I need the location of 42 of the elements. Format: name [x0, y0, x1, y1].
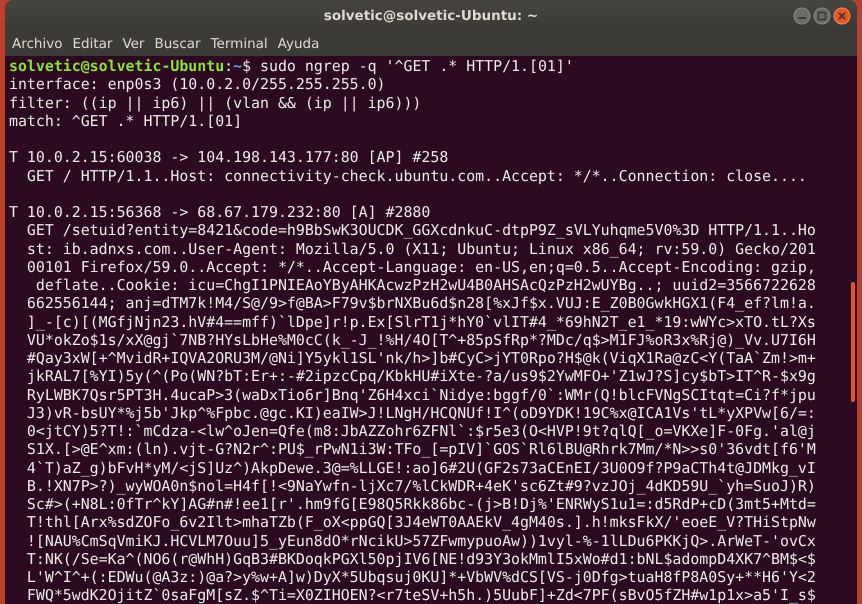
output-line: filter: ((ip || ip6) || (vlan && (ip || ip6))) [9, 94, 422, 112]
menu-item[interactable]: Ayuda [272, 36, 324, 52]
output-line: J3)vR-bsUY*%j5b'Jkp^%Fpbc.@gc.KI)eaIW>J!LNgH/HCQNUf!I^(oD9YDK!19C%x@ICA1Vs'tL*yXPVw[6/=: [26, 404, 817, 422]
maximize-icon[interactable] [813, 7, 831, 25]
menu-item[interactable]: Buscar [149, 36, 206, 52]
output-line: deflate..Cookie: icu=ChgI1PNIEAoYByAHKAcwzPzH2wU4B0AHSAcQzPzH2wUYBg..; uuid2=3566722628 [34, 276, 817, 294]
output-line: ]_-[c)[(MGfjNjn23.hV#4==mff)`lDpe]r!p.Ex[SlrT1j*hY0`vlIT#4_*69hN2T_e1_*19:wWYc>xTO.tL?Xs [26, 312, 817, 331]
output-line: jkRAL7[%YI)5y(^(Po(WN?bT:Er+:-#2ipzcCpq/KbkHU#iXte-?a/us9$2YwMFO+'Z1wJ?S]cy$bT>IT^R-$x9g [26, 367, 817, 386]
output-line: T 10.0.2.15:60038 -> 104.198.143.177:80 [AP] #258 [9, 148, 450, 166]
output-line: Sc#>(+N8L:0fTr^kY]AG#n#!ee1[r'.hm9fG[E98Q5Rkk86bc-(j>B!Dj%'ENRWyS1u1=:d5RdP+cD(3mt5+Mtd= [26, 495, 817, 514]
output-line: 4`T)aZ_g)bFvH*yM/<jS]Uz^)AkpDewe.3@=%LLGE!:ao]6#2U(GF2s73aCEnEI/3U0O9f?P9aCTh4t@JDMkg_vI [26, 458, 817, 477]
output-line: S1X.[>@E^xm:(ln).vjt-G?N2r^:PU$_rPwN1i3W:TFo_[=pIV]`GOS`Rl6lBU@Rhrk7Mm/*N>>s0'36vdt[f6'M [26, 440, 817, 458]
prompt-user: solvetic@solvetic-Ubuntu [9, 57, 224, 75]
menu-item[interactable]: Editar [67, 36, 118, 52]
window-title: solvetic@solvetic-Ubuntu: ~ [324, 8, 538, 24]
output-line: RyLWBK7Qsr5PT3H.4ucaP>3(waDxTio6r]Bnq'Z6H4xci`Nidye:bggf/0`:WMr(Q!blcFVNgSCItqt=Ci?f*jpu [26, 386, 817, 404]
output-line: T!thl[Arx%sdZOFo_6v2Ilt>mhaTZb(F_oX<ppGQ[3J4eWT0AAEkV_4gM40s.].h!mksFkX/'eoeE_V?THiStpNw [26, 513, 817, 532]
prompt-separator: : [224, 57, 234, 75]
output-line: match: ^GET .* HTTP/1.[01] [9, 112, 244, 130]
menu-item[interactable]: Archivo [7, 36, 68, 52]
output-line: st: ib.adnxs.com..User-Agent: Mozilla/5.0 (X11; Ubuntu; Linux x86_64; rv:59.0) Gecko/201 [26, 240, 817, 258]
output-line: 0<jtCY)5?T!:`mCdza-<lw^oJen=Qfe(m8:JbAZZohr6ZFNl`:$r5e3(O<HVP!9t?qlQ[_o=VKXe]F-0Fg.'al@j [26, 422, 817, 440]
output-line: 00101 Firefox/59.0..Accept: */*..Accept-Language: en-US,en;q=0.5..Accept-Encoding: gzip, [26, 258, 817, 276]
output-line: L'W^I^+(:EDWu(@A3z:)@a?>y%w+A]w)DyX*5Ubqsuj0KU]*+VbWV%dCS[VS-j0Dfg>tuaH8fP8A0Sy+**H6'Y<2 [26, 568, 817, 586]
scrollbar-thumb[interactable] [851, 282, 855, 402]
output-line: #Qay3xW[+^MvidR+IQVA2ORU3M/@Ni]Y5ykl1SL'nk/h>]b#CyC>jYT0Rpo?H$@k(ViqX1Ra@zC<Y(TaA`Zm!>m+ [26, 349, 817, 368]
output-line: T 10.0.2.15:56368 -> 68.67.179.232:80 [A] #2880 [9, 203, 432, 222]
output-line: FWQ*5wdK2OjitZ`0saFgM[sZ.$^Ti=X0ZIHOEN?<r7teSV+h5h.)5UubF]+Zd<7PF(sBvO5fZH#w1p1x>a5'I_s$ [26, 586, 817, 604]
minimize-icon[interactable] [793, 7, 811, 25]
prompt-path: ~ [233, 57, 242, 75]
output-line: T:NK(/Se=Ka^(NO6(r@WhH)GqB3#BKDoqkPGXl50pjIV6[NE!d93Y3okMmlI5xWo#d1:bNL$adompD4XK7^BM$<$ [26, 550, 817, 568]
output-line: ![NAU%CmSqVmiKJ.HCVLM7Ouu]5_yEun8dO*rNcikU>57ZFwmypuoAw))1vyl-%-1lLDu6PKKjQ>.ArWeT-'ovCx [26, 532, 817, 550]
output-line: GET / HTTP/1.1..Host: connectivity-check.ubuntu.com..Accept: */*..Connection: close.... [26, 166, 808, 185]
output-line: GET /setuid?entity=8421&code=h9BbSwK3OUCDK_GGXcdnkuC-dtpP9Z_sVLYuhqme5V0%3D HTTP/1.1..Ho [26, 221, 817, 240]
menu-item[interactable]: Terminal [206, 36, 273, 52]
close-icon[interactable] [833, 7, 851, 25]
output-line: VU*okZo$1s/xX@gj`7NB?HYsLbHe%M0cC(k_-J_!%H/4O[T^+85pSfRp*?MDc/q$>M1FJ%oR3x%Rj@)_Vv.U7I6H [26, 330, 817, 349]
command-text: $ sudo ngrep -q '^GET .* HTTP/1.[01]' [242, 57, 574, 75]
output-line: B.!XN7P>?)_wyWOA0n$nol=H4f[!<9NaYwfn-ljXc7/%lCkWDR+4eK'sc6Zt#9?vzJOj_4dKD59U_`yh=SuoJ)R) [26, 476, 817, 495]
output-line: interface: enp0s3 (10.0.2.0/255.255.255.0) [9, 75, 387, 94]
output-line: 662556144; anj=dTM7k!M4/S@/9>f@BA>F79v$brNXBu6d$n28[%xJf$x.VUJ:E_Z0B0GwkHGX1(F4_ef?lm!a. [26, 294, 817, 312]
menu-item[interactable]: Ver [117, 36, 150, 52]
